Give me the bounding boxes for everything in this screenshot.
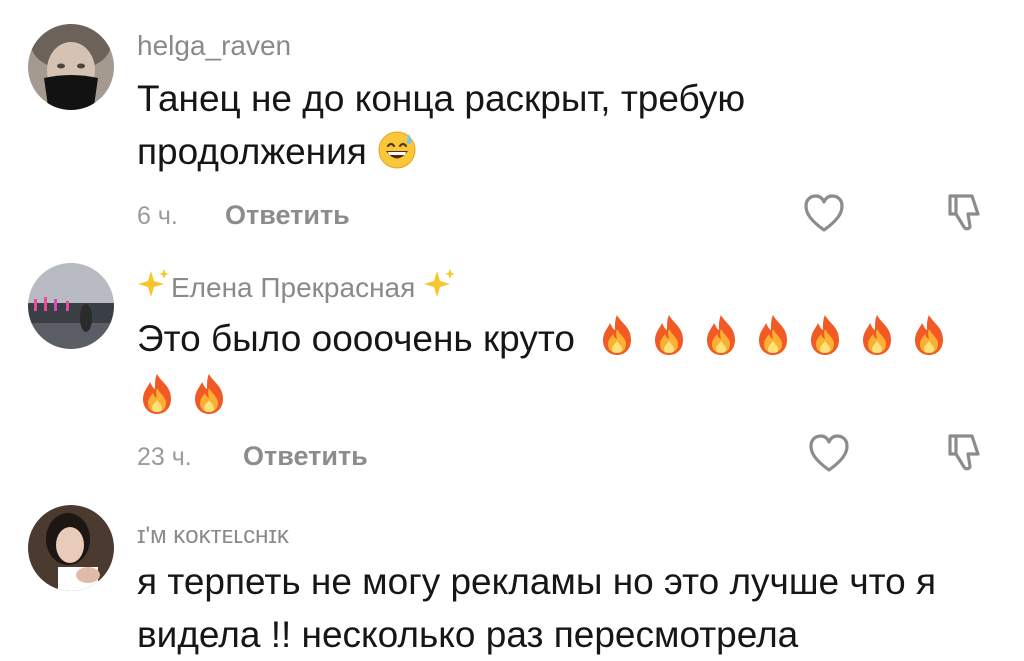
reply-button[interactable]: Ответить	[243, 441, 368, 472]
heart-outline-icon[interactable]	[805, 430, 853, 478]
avatar[interactable]	[28, 24, 114, 110]
comment-text-content: Это было оооочень круто	[137, 318, 575, 359]
comment-text-line: видела !! несколько раз пересмотрела	[137, 614, 799, 655]
comment-text: Это было оооочень круто	[137, 312, 977, 430]
fire-emoji	[857, 313, 897, 371]
comment-username[interactable]: helga_raven	[137, 30, 291, 62]
fire-emoji	[597, 313, 637, 371]
thumbs-down-outline-icon[interactable]	[940, 428, 988, 476]
avatar[interactable]	[28, 505, 114, 591]
comment-text-line: я терпеть не могу рекламы но это лучше ч…	[137, 561, 937, 602]
comment-item: Елена Прекрасная Это было оооочень круто…	[0, 250, 1024, 500]
comment-text-content: Танец не до конца раскрыт, требую продол…	[137, 78, 746, 172]
avatar-image	[28, 505, 114, 591]
fire-emoji	[805, 313, 845, 371]
heart-outline-icon[interactable]	[800, 190, 848, 238]
comment-username-text: Елена Прекрасная	[171, 272, 416, 303]
comment-item: ɪ'м ᴋᴏᴋᴛᴇʟᴄʜɪᴋ я терпеть не могу рекламы…	[0, 500, 1024, 656]
fire-emoji	[137, 372, 177, 430]
thumbs-down-outline-icon[interactable]	[940, 188, 988, 236]
comment-username[interactable]: Елена Прекрасная	[137, 267, 457, 308]
fire-emoji	[701, 313, 741, 371]
comment-text: Танец не до конца раскрыт, требую продол…	[137, 72, 977, 184]
avatar-image	[28, 24, 114, 110]
sparkles-emoji	[423, 267, 457, 308]
fire-emoji	[753, 313, 793, 371]
sparkles-emoji	[137, 267, 171, 308]
fire-emoji	[189, 372, 229, 430]
comment-item: helga_raven Танец не до конца раскрыт, т…	[0, 0, 1024, 250]
comment-username[interactable]: ɪ'м ᴋᴏᴋᴛᴇʟᴄʜɪᴋ	[137, 520, 289, 552]
fire-emoji	[909, 313, 949, 371]
comment-timestamp: 6 ч.	[137, 202, 178, 230]
fire-emoji	[649, 313, 689, 371]
avatar-image	[28, 263, 114, 349]
sweat-smile-emoji	[377, 130, 417, 184]
reply-button[interactable]: Ответить	[225, 200, 350, 231]
comment-timestamp: 23 ч.	[137, 443, 192, 471]
comment-text: я терпеть не могу рекламы но это лучше ч…	[137, 555, 977, 661]
avatar[interactable]	[28, 263, 114, 349]
